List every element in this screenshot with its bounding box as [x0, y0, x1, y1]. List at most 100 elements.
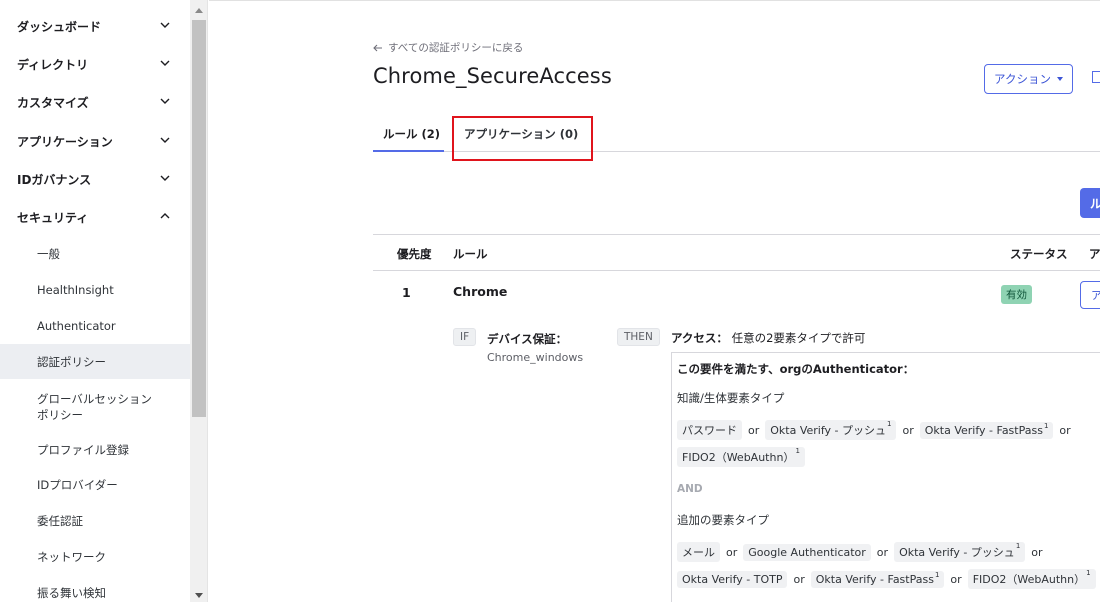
sidebar-item-global-session-policy[interactable]: グローバルセッション ポリシー — [0, 385, 190, 429]
sidebar-item-directory[interactable]: ディレクトリ — [0, 45, 190, 83]
factor-chip: Okta Verify - プッシュ1 — [765, 420, 897, 440]
scroll-up-arrow-icon[interactable] — [195, 8, 203, 13]
sidebar-item-authenticator[interactable]: Authenticator — [0, 309, 190, 343]
factor-chip: Okta Verify - プッシュ1 — [894, 542, 1026, 562]
factor-label: Okta Verify - プッシュ — [899, 546, 1015, 559]
factor-label: メール — [682, 546, 715, 559]
footnote-marker: 1 — [795, 447, 800, 455]
sidebar-item-behavior-detection[interactable]: 振る舞い検知 — [0, 576, 190, 602]
sidebar-item-label: 委任認証 — [37, 514, 83, 528]
sidebar-item-label: グローバルセッション ポリシー — [37, 392, 152, 422]
table-divider — [373, 234, 1100, 235]
sidebar-item-label: プロファイル登録 — [37, 443, 129, 457]
factor-label: Okta Verify - FastPass — [924, 423, 1043, 437]
sidebar-item-security[interactable]: セキュリティ — [0, 198, 190, 236]
chevron-down-icon — [160, 22, 170, 28]
factor-chip: Okta Verify - FastPass1 — [810, 570, 945, 588]
sidebar-scrollbar[interactable] — [190, 0, 208, 602]
factor-label: Okta Verify - TOTP — [682, 572, 783, 586]
page-title: Chrome_SecureAccess — [373, 64, 612, 88]
back-link[interactable]: すべての認証ポリシーに戻る — [373, 40, 523, 55]
column-header-status: ステータス — [1010, 247, 1068, 261]
sidebar-item-label: ディレクトリ — [17, 57, 89, 72]
column-header-actions: ア — [1089, 247, 1100, 261]
arrow-left-icon — [373, 44, 382, 51]
rule-actions-button[interactable]: ア — [1080, 281, 1100, 309]
authenticator-requirements-title: この要件を満たす、orgのAuthenticator： — [677, 362, 915, 376]
access-label: アクセス： — [671, 331, 728, 345]
condition-value: Chrome_windows — [487, 351, 584, 364]
sidebar-item-label: IDガバナンス — [17, 172, 92, 187]
rule-name: Chrome — [453, 284, 508, 299]
or-separator: or — [950, 572, 962, 586]
or-separator: or — [876, 545, 889, 559]
sidebar-item-label: IDプロバイダー — [37, 478, 118, 492]
chevron-down-icon — [160, 175, 170, 181]
chevron-down-icon — [160, 60, 170, 66]
actions-button-label: アクション — [994, 72, 1051, 86]
sidebar-item-label: ダッシュボード — [17, 19, 102, 34]
status-badge: 有効 — [1001, 285, 1032, 304]
sidebar-item-label: カスタマイズ — [17, 95, 89, 110]
column-header-rule: ルール — [453, 247, 488, 261]
footnote-marker: 1 — [1015, 542, 1021, 550]
factor-row: Okta Verify - TOTP or Okta Verify - Fast… — [677, 569, 1096, 589]
sidebar: ダッシュボード ディレクトリ カスタマイズ アプリケーション IDガバナンス セ… — [0, 0, 190, 602]
footnote-marker: 1 — [934, 570, 940, 579]
factor-chip: FIDO2（WebAuthn）1 — [967, 569, 1096, 589]
sidebar-item-label: HealthInsight — [37, 283, 114, 297]
condition-label: デバイス保証： — [487, 332, 568, 346]
scroll-down-arrow-icon[interactable] — [195, 593, 203, 598]
sidebar-item-label: アプリケーション — [17, 134, 113, 149]
sidebar-item-delegated-authentication[interactable]: 委任認証 — [0, 504, 190, 538]
sidebar-item-applications[interactable]: アプリケーション — [0, 122, 190, 160]
factor-group-title: 追加の要素タイプ — [677, 513, 769, 527]
sidebar-item-dashboard[interactable]: ダッシュボード — [0, 7, 190, 45]
table-divider — [373, 270, 1100, 271]
footnote-marker: 1 — [887, 420, 892, 428]
or-separator: or — [1031, 545, 1043, 559]
chevron-down-icon — [160, 98, 170, 104]
factor-row: FIDO2（WebAuthn）1 — [677, 447, 805, 467]
or-separator: or — [726, 545, 738, 559]
sidebar-item-label: 一般 — [37, 247, 60, 261]
chevron-down-icon — [160, 137, 170, 143]
factor-label: Okta Verify - FastPass — [815, 572, 934, 586]
add-rule-button[interactable]: ル — [1080, 188, 1100, 218]
clipped-icon[interactable] — [1092, 71, 1100, 83]
tab-active-indicator — [373, 150, 444, 152]
sidebar-item-customize[interactable]: カスタマイズ — [0, 83, 190, 121]
sidebar-item-authentication-policies[interactable]: 認証ポリシー — [0, 344, 190, 379]
sidebar-item-general[interactable]: 一般 — [0, 237, 190, 271]
if-tag: IF — [453, 328, 477, 346]
sidebar-item-identity-governance[interactable]: IDガバナンス — [0, 160, 190, 198]
sidebar-item-label: 振る舞い検知 — [37, 586, 106, 600]
sidebar-item-identity-providers[interactable]: IDプロバイダー — [0, 468, 190, 502]
factor-label: FIDO2（WebAuthn） — [682, 451, 795, 464]
sidebar-item-healthinsight[interactable]: HealthInsight — [0, 273, 190, 307]
actions-dropdown-button[interactable]: アクション — [984, 64, 1073, 94]
sidebar-item-profile-enrollment[interactable]: プロファイル登録 — [0, 433, 190, 467]
factor-chip: FIDO2（WebAuthn）1 — [677, 447, 805, 467]
scrollbar-thumb[interactable] — [192, 20, 206, 417]
factor-chip: Google Authenticator — [743, 543, 871, 561]
header-divider — [209, 0, 1100, 1]
footnote-marker: 1 — [1086, 569, 1091, 577]
factor-chip: Okta Verify - FastPass1 — [919, 421, 1054, 439]
factor-chip: Okta Verify - TOTP — [677, 570, 788, 588]
factor-row: メール or Google Authenticator or Okta Veri… — [677, 542, 1043, 562]
caret-down-icon — [1056, 77, 1063, 81]
chevron-up-icon — [160, 213, 170, 219]
factor-chip: メール — [677, 542, 720, 562]
factor-row: パスワード or Okta Verify - プッシュ1 or Okta Ver… — [677, 420, 1071, 440]
sidebar-item-networks[interactable]: ネットワーク — [0, 540, 190, 574]
sidebar-item-label: 認証ポリシー — [37, 354, 106, 369]
tab-rules[interactable]: ルール (2) — [383, 126, 440, 142]
footnote-marker: 1 — [1043, 421, 1049, 430]
then-tag: THEN — [617, 328, 660, 346]
and-separator: AND — [677, 483, 703, 495]
or-separator: or — [902, 423, 914, 437]
access-value: 任意の2要素タイプで許可 — [731, 331, 866, 345]
or-separator: or — [793, 572, 805, 586]
column-header-priority: 優先度 — [397, 247, 432, 261]
